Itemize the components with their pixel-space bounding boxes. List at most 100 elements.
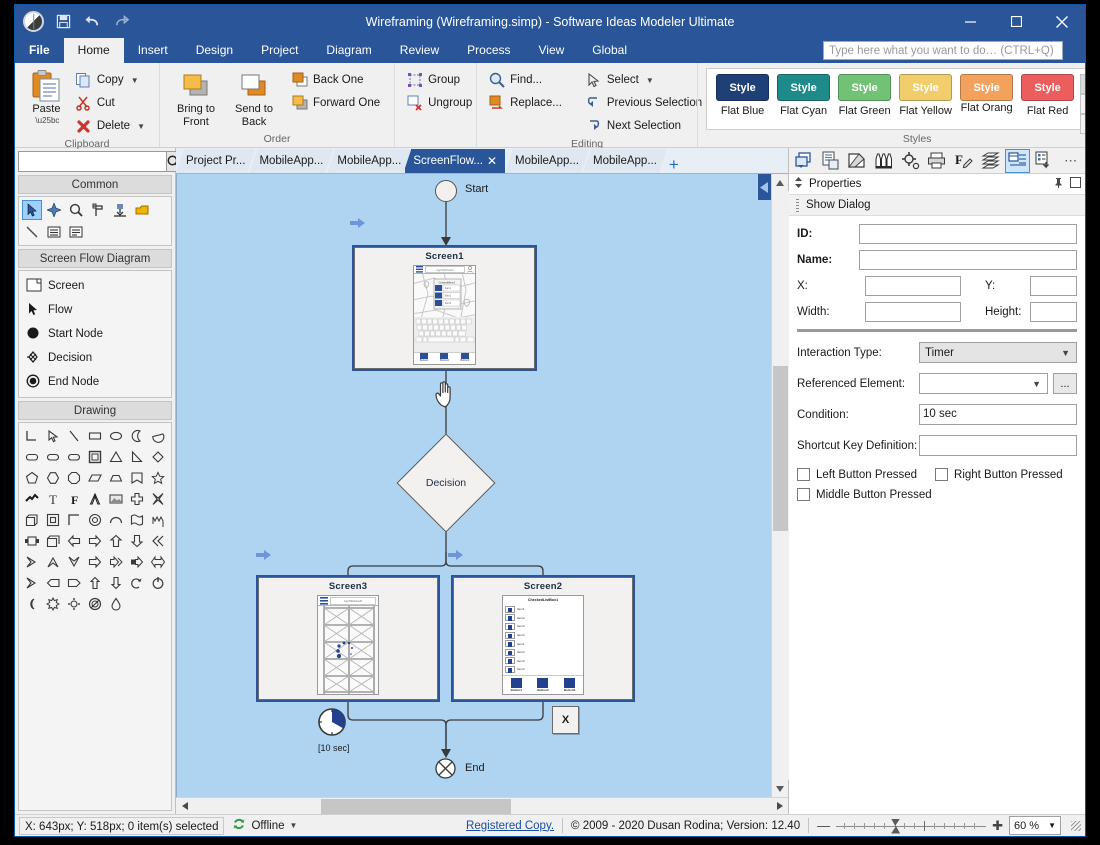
style-icon[interactable]: [844, 149, 869, 173]
next-selection-button[interactable]: Next Selection: [582, 115, 708, 137]
shape-concentric-circle-icon[interactable]: [85, 510, 105, 530]
shape-octagon-icon[interactable]: [64, 468, 84, 488]
canvas-horizontal-scrollbar[interactable]: [176, 797, 788, 814]
scroll-thumb[interactable]: [772, 366, 788, 531]
toolbox-search-input[interactable]: [18, 151, 166, 172]
toolbox-item-start-node[interactable]: Start Node: [22, 322, 168, 346]
style-item-flat-cyan[interactable]: Style Flat Cyan: [773, 74, 834, 117]
shape-trapezoid-icon[interactable]: [106, 468, 126, 488]
shape-droplet-icon[interactable]: [106, 594, 126, 614]
end-node[interactable]: [435, 758, 456, 779]
shortcut-input[interactable]: [919, 435, 1077, 456]
tool-note-icon[interactable]: [132, 200, 152, 220]
toolbox-item-end-node[interactable]: End Node: [22, 370, 168, 394]
select-dropdown-caret[interactable]: ▼: [646, 76, 654, 85]
checkbox-icon[interactable]: [797, 488, 810, 501]
panel-sort-icon[interactable]: [793, 177, 804, 191]
redo-icon[interactable]: [111, 12, 131, 32]
shape-arc-icon[interactable]: [106, 510, 126, 530]
chevron-down-icon[interactable]: ▼: [290, 821, 298, 830]
toolbox-item-flow[interactable]: Flow: [22, 298, 168, 322]
cut-button[interactable]: Cut: [72, 92, 151, 114]
select-button[interactable]: Select ▼: [582, 69, 708, 91]
condition-input[interactable]: 10 sec: [919, 404, 1077, 425]
interaction-type-select[interactable]: Timer ▼: [919, 342, 1077, 363]
ribbon-tab-design[interactable]: Design: [182, 38, 247, 63]
font-edit-icon[interactable]: F: [951, 149, 976, 173]
screen-node-screen2[interactable]: Screen2 CheckedListBox1 Item1 Item2 Item…: [451, 575, 635, 702]
previous-selection-button[interactable]: Previous Selection: [582, 92, 708, 114]
timer-annotation[interactable]: [10 sec]: [317, 707, 357, 753]
delete-button[interactable]: Delete ▼: [72, 115, 151, 137]
document-tab-mobileapp-1[interactable]: MobileApp...: [249, 149, 333, 173]
gear-icon[interactable]: [898, 149, 923, 173]
shape-diamond-icon[interactable]: [148, 447, 168, 467]
shape-stadium-icon[interactable]: [43, 447, 63, 467]
status-connection[interactable]: Offline ▼: [232, 817, 297, 834]
maximize-panel-icon[interactable]: [1070, 177, 1081, 191]
shape-arrow-left-icon[interactable]: [64, 531, 84, 551]
shape-formatted-text-icon[interactable]: F: [64, 489, 84, 509]
shape-frame-icon[interactable]: [85, 447, 105, 467]
style-item-flat-green[interactable]: Style Flat Green: [834, 74, 895, 117]
save-icon[interactable]: [53, 12, 73, 32]
shape-tag-right-icon[interactable]: [64, 573, 84, 593]
start-node[interactable]: [435, 180, 457, 202]
styles-scroll-up-button[interactable]: ▲: [1080, 74, 1085, 94]
group-button[interactable]: Group: [403, 69, 478, 91]
shape-capsule-icon[interactable]: [64, 447, 84, 467]
shape-handles-icon[interactable]: [22, 531, 42, 551]
close-button[interactable]: [1039, 5, 1085, 38]
tool-insert-icon[interactable]: [110, 200, 130, 220]
tool-format-painter-icon[interactable]: [88, 200, 108, 220]
ungroup-button[interactable]: Ungroup: [403, 92, 478, 114]
document-tab-screenflow[interactable]: ScreenFlow... ✕: [405, 149, 506, 173]
zoom-out-button[interactable]: —: [817, 819, 830, 832]
back-one-button[interactable]: Back One: [288, 69, 386, 91]
checkbox-middle-button-pressed[interactable]: Middle Button Pressed: [797, 488, 1077, 501]
shape-square-in-square-icon[interactable]: [43, 510, 63, 530]
ribbon-tab-global[interactable]: Global: [578, 38, 641, 63]
maximize-button[interactable]: [993, 5, 1039, 38]
shape-block-arrow-right-icon[interactable]: [85, 552, 105, 572]
id-input[interactable]: [859, 224, 1077, 244]
shape-burst-icon[interactable]: [43, 594, 63, 614]
shape-corner-icon[interactable]: [64, 510, 84, 530]
height-input[interactable]: [1030, 302, 1077, 322]
diagram-canvas[interactable]: Start Screen1 AppTitlePanel1 ContextMenu…: [176, 174, 771, 797]
shape-refresh-icon[interactable]: [148, 573, 168, 593]
shape-arrow-up-icon[interactable]: [106, 531, 126, 551]
shape-hexagon-icon[interactable]: [43, 468, 63, 488]
styles-scroll-down-button[interactable]: ▼: [1080, 94, 1085, 114]
tool-list-icon[interactable]: [44, 222, 64, 242]
ribbon-tab-file[interactable]: File: [15, 38, 64, 63]
forward-one-button[interactable]: Forward One: [288, 92, 386, 114]
document-properties-icon[interactable]: [818, 149, 843, 173]
more-icon[interactable]: ⋯: [1058, 149, 1083, 173]
add-tab-button[interactable]: +: [661, 156, 687, 173]
status-registered-link[interactable]: Registered Copy.: [466, 820, 554, 832]
copy-dropdown-caret[interactable]: ▼: [131, 76, 139, 85]
document-tab-project-properties[interactable]: Project Pr...: [176, 149, 255, 173]
canvas-vertical-scrollbar[interactable]: [771, 174, 789, 797]
bring-to-front-button[interactable]: Bring to Front: [168, 67, 224, 128]
shape-double-chevron-left-icon[interactable]: [148, 531, 168, 551]
width-input[interactable]: [865, 302, 961, 322]
checkbox-left-button-pressed[interactable]: Left Button Pressed: [797, 468, 917, 481]
zoom-level-select[interactable]: 60 % ▼: [1009, 816, 1061, 835]
hscroll-track[interactable]: [193, 798, 771, 815]
shape-moon-icon[interactable]: [127, 426, 147, 446]
scroll-left-button[interactable]: [176, 798, 193, 815]
delete-dropdown-caret[interactable]: ▼: [137, 122, 145, 131]
properties-icon[interactable]: [1004, 148, 1030, 173]
zoom-slider[interactable]: [836, 818, 987, 834]
paste-dropdown-caret[interactable]: \u25bc: [35, 116, 59, 125]
shape-double-arrow-right-icon[interactable]: [106, 552, 126, 572]
document-tab-mobileapp-2[interactable]: MobileApp...: [327, 149, 411, 173]
shape-no-entry-icon[interactable]: [85, 594, 105, 614]
shape-fat-arrow-right-icon[interactable]: [127, 552, 147, 572]
ribbon-tab-process[interactable]: Process: [453, 38, 524, 63]
shape-tag-left-icon[interactable]: [43, 573, 63, 593]
close-marker-node[interactable]: X: [552, 706, 579, 734]
x-input[interactable]: [865, 276, 961, 296]
